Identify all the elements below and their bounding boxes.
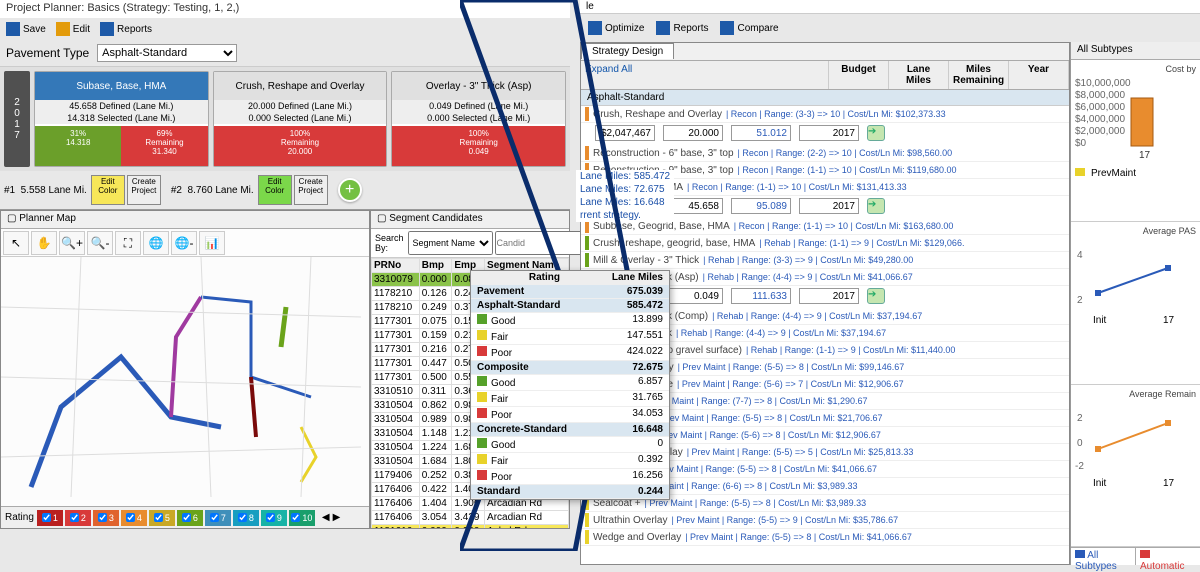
strategy-input[interactable] (731, 288, 791, 304)
optimize-button[interactable]: Optimize (588, 21, 644, 35)
strategy-input[interactable] (799, 198, 859, 214)
reports-button[interactable]: Reports (100, 22, 152, 36)
card-title: Overlay - 3" Thick (Asp) (392, 72, 565, 100)
chart3-title: Average Remain (1073, 387, 1198, 401)
svg-text:$4,000,000: $4,000,000 (1075, 114, 1125, 125)
segment-row[interactable]: 11816160.0000.230Askel Rd (372, 525, 569, 529)
edit-button[interactable]: Edit (56, 22, 90, 36)
svg-text:-2: -2 (1075, 461, 1084, 472)
expand-all-button[interactable]: Expand All (581, 61, 829, 89)
year-column: 2017 (4, 71, 30, 167)
rating-4[interactable]: 4 (121, 510, 147, 526)
svg-text:$10,000,000: $10,000,000 (1075, 78, 1131, 89)
svg-text:Init: Init (1093, 478, 1107, 489)
pavement-type-select[interactable]: Asphalt-Standard (97, 44, 237, 62)
svg-text:$6,000,000: $6,000,000 (1075, 102, 1125, 113)
strategy-input[interactable] (799, 125, 859, 141)
add-button[interactable]: + (338, 178, 362, 202)
create-project-button[interactable]: Create Project (294, 175, 328, 205)
strategy-input[interactable] (731, 198, 791, 214)
rating-2[interactable]: 2 (65, 510, 91, 526)
globe-minus-icon[interactable]: 🌐- (171, 231, 197, 255)
svg-text:$0: $0 (1075, 138, 1087, 149)
edit-color-button[interactable]: Edit Color (91, 175, 125, 205)
zoom-out-icon[interactable]: 🔍- (87, 231, 113, 255)
segments-tab[interactable]: ▢ Segment Candidates (371, 211, 569, 229)
segment-row[interactable]: 11764063.0543.429Arcadian Rd (372, 511, 569, 525)
apply-button[interactable]: ➔ (867, 288, 885, 304)
zoom-in-icon[interactable]: 🔍+ (59, 231, 85, 255)
rating-nav-next[interactable]: ▶ (333, 512, 341, 523)
svg-text:0: 0 (1077, 438, 1083, 449)
strategy-card[interactable]: Subase, Base, HMA45.658 Defined (Lane Mi… (34, 71, 209, 167)
avg-remain-chart: 2 0 -2 Init 17 (1073, 401, 1198, 491)
save-button[interactable]: Save (6, 22, 46, 36)
create-project-button[interactable]: Create Project (127, 175, 161, 205)
edit-icon (56, 22, 70, 36)
rating-label: Rating (5, 512, 34, 523)
hand-icon[interactable]: ✋ (31, 231, 57, 255)
globe-icon[interactable]: 🌐 (143, 231, 169, 255)
strategy-row[interactable]: Crush, Reshape and Overlay | Recon | Ran… (581, 106, 1069, 123)
strategy-card[interactable]: Overlay - 3" Thick (Asp)0.049 Defined (L… (391, 71, 566, 167)
strategy-category[interactable]: Asphalt-Standard (581, 90, 1069, 106)
edit-color-button[interactable]: Edit Color (258, 175, 292, 205)
map-tab[interactable]: ▢ Planner Map (1, 211, 369, 229)
search-by-label: Search By: (373, 231, 406, 255)
strategy-row[interactable]: Ultrathin Overlay | Prev Maint | Range: … (581, 512, 1069, 529)
zoom-box-icon[interactable]: ⛶ (115, 231, 141, 255)
svg-text:Init: Init (1093, 315, 1107, 326)
reports-icon (100, 22, 114, 36)
svg-text:2: 2 (1077, 413, 1083, 424)
svg-text:$2,000,000: $2,000,000 (1075, 126, 1125, 137)
svg-text:2: 2 (1077, 295, 1083, 306)
strategy-row[interactable]: Wedge and Overlay | Prev Maint | Range: … (581, 529, 1069, 546)
strategy-input[interactable] (799, 288, 859, 304)
avg-pas-chart: 4 2 Init 17 (1073, 238, 1198, 328)
rating-5[interactable]: 5 (149, 510, 175, 526)
rating-10[interactable]: 10 (289, 510, 315, 526)
rating-9[interactable]: 9 (261, 510, 287, 526)
svg-text:17: 17 (1163, 315, 1175, 326)
all-subtypes-header[interactable]: All Subtypes (1071, 42, 1200, 60)
svg-text:$8,000,000: $8,000,000 (1075, 90, 1125, 101)
rating-1[interactable]: 1 (37, 510, 63, 526)
chart2-title: Average PAS (1073, 224, 1198, 238)
rating-nav-prev[interactable]: ◀ (322, 512, 330, 523)
card-title: Crush, Reshape and Overlay (214, 72, 387, 100)
strategy-input[interactable] (731, 125, 791, 141)
apply-button[interactable]: ➔ (867, 125, 885, 141)
strategy-card[interactable]: Crush, Reshape and Overlay20.000 Defined… (213, 71, 388, 167)
pavement-summary-popup: RatingLane MilesPavement675.039Asphalt-S… (470, 270, 670, 500)
compare-button[interactable]: Compare (720, 21, 778, 35)
strategy-row[interactable]: Mill & Overlay - 3" Thick | Rehab | Rang… (581, 252, 1069, 269)
svg-text:17: 17 (1139, 150, 1151, 161)
search-by-select[interactable]: Segment Name (408, 231, 493, 255)
strategy-input[interactable] (663, 288, 723, 304)
strategy-design-tab[interactable]: Strategy Design (581, 43, 674, 59)
rating-6[interactable]: 6 (177, 510, 203, 526)
reports-button[interactable]: Reports (656, 21, 708, 35)
menu-le[interactable]: le (586, 1, 594, 12)
strategy-row[interactable]: Crush, reshape, geogrid, base, HMA | Reh… (581, 235, 1069, 252)
svg-text:17: 17 (1163, 478, 1175, 489)
window-title: Project Planner: Basics (Strategy: Testi… (0, 0, 570, 18)
card-title: Subase, Base, HMA (35, 72, 208, 100)
pavement-type-label: Pavement Type (6, 46, 89, 60)
rating-7[interactable]: 7 (205, 510, 231, 526)
rating-8[interactable]: 8 (233, 510, 259, 526)
strategy-input[interactable] (595, 125, 655, 141)
map-canvas[interactable] (1, 257, 369, 506)
strategy-input[interactable] (663, 125, 723, 141)
svg-text:4: 4 (1077, 250, 1083, 261)
apply-button[interactable]: ➔ (867, 198, 885, 214)
cost-bar-chart: $10,000,000$8,000,000$6,000,000$4,000,00… (1073, 76, 1198, 166)
layers-icon[interactable]: 📊 (199, 231, 225, 255)
strategy-row[interactable]: Reconstruction - 6" base, 3" top | Recon… (581, 145, 1069, 162)
arrow-icon[interactable]: ↖ (3, 231, 29, 255)
rating-3[interactable]: 3 (93, 510, 119, 526)
save-icon (6, 22, 20, 36)
chart1-title: Cost by (1073, 62, 1198, 76)
